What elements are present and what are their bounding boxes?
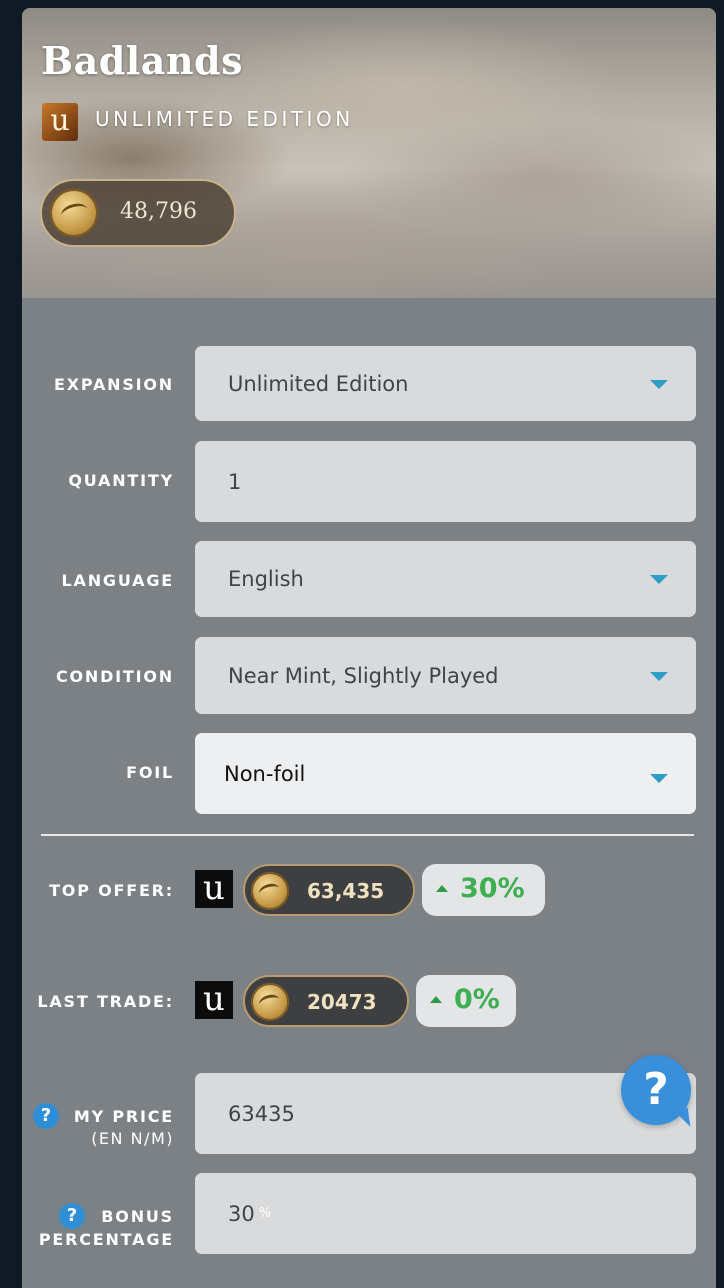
bonus-label: BONUS [101,1207,174,1226]
last-trade-label: LAST TRADE: [37,992,174,1011]
quantity-input[interactable]: 1 [195,441,696,522]
foil-select[interactable]: Non-foil [195,733,696,814]
condition-value: Near Mint, Slightly Played [228,663,499,688]
set-symbol-icon: u [195,870,233,908]
last-trade-change-badge: 0% [416,975,516,1027]
set-symbol-icon: u [42,103,78,141]
quantity-value: 1 [228,469,242,494]
bonus-percentage-field: 30% [228,1202,271,1226]
top-offer-label: TOP OFFER: [49,881,174,900]
bonus-percentage-value: 30 [228,1201,255,1226]
arrow-up-icon [436,885,448,892]
coin-icon [251,872,289,910]
help-icon[interactable]: ? [59,1203,85,1229]
percent-suffix: % [258,1205,272,1221]
expansion-value: Unlimited Edition [228,371,409,396]
my-price-sublabel: (EN N/M) [91,1129,174,1148]
help-chat-button[interactable]: ? [621,1055,691,1125]
quantity-label: QUANTITY [68,471,174,490]
foil-value: Non-foil [224,761,306,786]
last-trade-price[interactable]: 20473 [243,975,409,1027]
chevron-down-icon [650,773,668,783]
set-symbol-icon: u [195,981,233,1019]
condition-label: CONDITION [55,667,174,686]
bonus-percentage-input[interactable]: 30% [195,1173,696,1254]
expansion-label: EXPANSION [54,375,174,394]
language-value: English [228,567,304,591]
card-panel: Badlands u UNLIMITED EDITION 48,796 EXPA… [22,8,716,1288]
arrow-up-icon [430,996,442,1003]
last-trade-price-value: 20473 [307,990,377,1014]
coin-balance: 48,796 [40,179,236,247]
top-offer-change-badge: 30% [422,864,545,916]
language-select[interactable]: English [195,541,696,617]
last-trade-change: 0% [454,984,500,1015]
card-title: Badlands [41,38,243,83]
top-offer-price[interactable]: 63,435 [243,864,415,916]
chevron-down-icon [650,575,668,584]
chevron-down-icon [650,671,668,681]
set-name: UNLIMITED EDITION [95,107,354,131]
coin-icon [50,189,98,237]
expansion-select[interactable]: Unlimited Edition [195,346,696,421]
foil-label: FOIL [126,763,174,782]
help-icon[interactable]: ? [33,1103,59,1129]
coin-balance-value: 48,796 [120,199,197,224]
my-price-value: 63435 [228,1101,295,1126]
chevron-down-icon [650,379,668,389]
top-offer-change: 30% [460,873,525,904]
condition-select[interactable]: Near Mint, Slightly Played [195,637,696,714]
coin-icon [251,983,289,1021]
my-price-label: MY PRICE [73,1107,174,1126]
language-label: LANGUAGE [61,571,174,590]
percentage-label: PERCENTAGE [38,1230,174,1249]
divider [41,834,694,836]
top-offer-price-value: 63,435 [307,879,385,903]
